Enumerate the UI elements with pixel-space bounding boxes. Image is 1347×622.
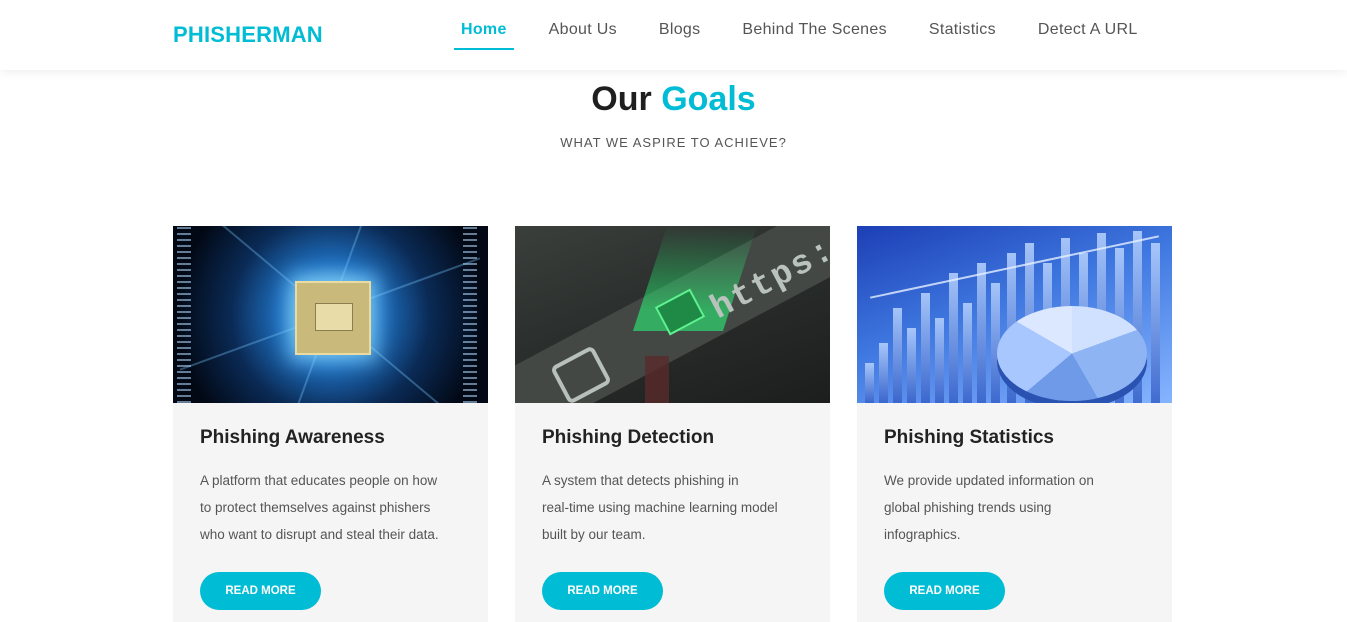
- section-title-plain: Our: [591, 80, 652, 118]
- card-title: Phishing Statistics: [884, 427, 1054, 448]
- nav-about-us[interactable]: About Us: [542, 18, 624, 50]
- goal-card-statistics: Phishing Statistics We provide updated i…: [857, 226, 1172, 622]
- https-lock-image: https:/: [515, 226, 830, 403]
- card-title: Phishing Awareness: [200, 427, 385, 448]
- goal-card-detection: https:/ Phishing Detection A system that…: [515, 226, 830, 622]
- card-title: Phishing Detection: [542, 427, 715, 448]
- card-description: We provide updated information on global…: [884, 473, 1094, 542]
- goal-card-awareness: Phishing Awareness A platform that educa…: [173, 226, 488, 622]
- section-title-accent: Goals: [661, 80, 756, 118]
- top-navbar: PHISHERMAN Home About Us Blogs Behind Th…: [0, 0, 1347, 70]
- nav-detect-url[interactable]: Detect A URL: [1031, 18, 1145, 50]
- section-title: Our Goals: [0, 80, 1347, 119]
- card-description: A system that detects phishing in real-t…: [542, 473, 778, 542]
- nav-home[interactable]: Home: [454, 18, 514, 50]
- brand-logo[interactable]: PHISHERMAN: [173, 22, 323, 48]
- nav-statistics[interactable]: Statistics: [922, 18, 1003, 50]
- read-more-button[interactable]: READ MORE: [884, 572, 1005, 610]
- card-description: A platform that educates people on how t…: [200, 473, 439, 542]
- nav-blogs[interactable]: Blogs: [652, 18, 708, 50]
- nav-behind-the-scenes[interactable]: Behind The Scenes: [735, 18, 893, 50]
- statistics-charts-image: [857, 226, 1172, 403]
- section-subtitle: WHAT WE ASPIRE TO ACHIEVE?: [560, 135, 787, 150]
- read-more-button[interactable]: READ MORE: [542, 572, 663, 610]
- circuit-board-image: [173, 226, 488, 403]
- main-menu: Home About Us Blogs Behind The Scenes St…: [454, 18, 1173, 50]
- read-more-button[interactable]: READ MORE: [200, 572, 321, 610]
